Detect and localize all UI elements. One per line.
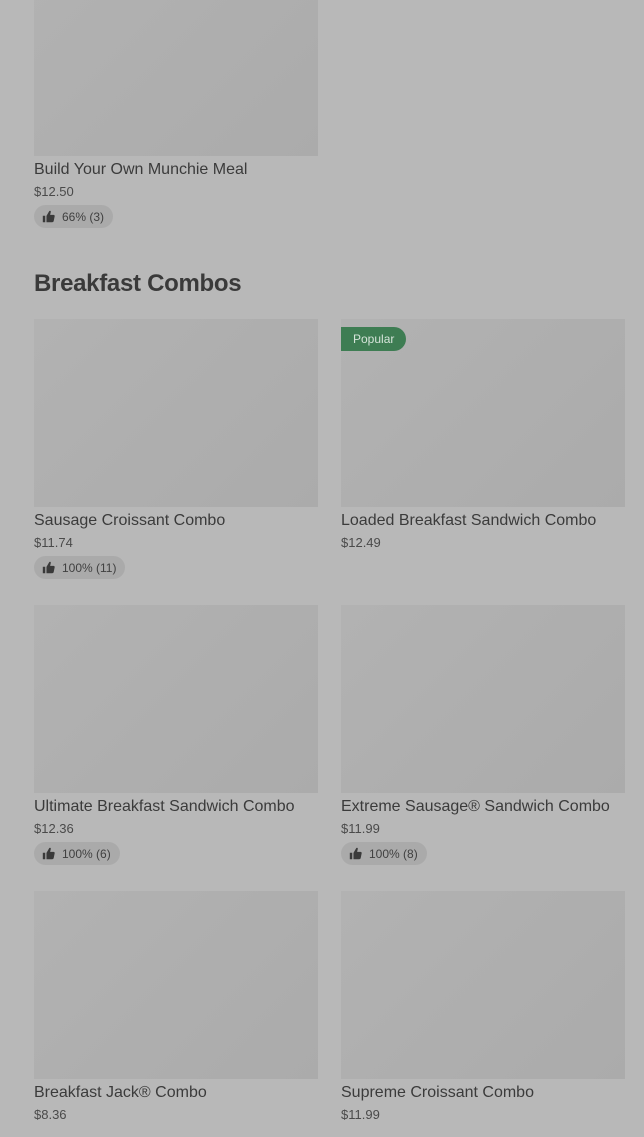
menu-item-card[interactable]: Extreme Sausage® Sandwich Combo $11.99 1… [341,605,625,865]
menu-item-card[interactable]: Supreme Croissant Combo $11.99 [341,891,625,1124]
item-price: $8.36 [34,1107,67,1122]
menu-item-card[interactable]: Popular Loaded Breakfast Sandwich Combo … [341,319,625,552]
item-title: Build Your Own Munchie Meal [34,161,248,178]
rating-text: 66% (3) [62,209,105,224]
item-image [341,891,625,1079]
menu-item-card-munchie-meal[interactable]: Build Your Own Munchie Meal $12.50 66% (… [34,0,318,228]
thumbs-up-icon [42,847,55,860]
item-price: $11.99 [341,1107,380,1122]
section-heading: Breakfast Combos [34,270,242,297]
item-image [34,0,318,156]
thumbs-up-icon [42,561,55,574]
item-price: $11.99 [341,821,380,836]
rating-pill: 100% (8) [341,842,427,865]
item-price: $11.74 [34,535,73,550]
thumbs-up-icon [42,210,55,223]
item-title: Extreme Sausage® Sandwich Combo [341,798,610,815]
item-price: $12.49 [341,535,381,550]
rating-text: 100% (11) [62,560,117,575]
item-price: $12.50 [34,184,74,199]
menu-item-card[interactable]: Sausage Croissant Combo $11.74 100% (11) [34,319,318,579]
rating-pill: 66% (3) [34,205,114,228]
thumbs-up-icon [349,847,362,860]
item-price: $12.36 [34,821,74,836]
item-image [34,891,318,1079]
rating-pill: 100% (6) [34,842,120,865]
menu-item-card[interactable]: Breakfast Jack® Combo $8.36 [34,891,318,1124]
rating-text: 100% (6) [62,846,111,861]
item-image [341,605,625,793]
popular-badge: Popular [341,327,407,351]
item-title: Breakfast Jack® Combo [34,1084,207,1101]
item-image [34,319,318,507]
item-image: Popular [341,319,625,507]
item-title: Loaded Breakfast Sandwich Combo [341,512,597,529]
item-image [34,605,318,793]
rating-pill: 100% (11) [34,556,126,579]
item-title: Supreme Croissant Combo [341,1084,534,1101]
item-title: Ultimate Breakfast Sandwich Combo [34,798,295,815]
rating-text: 100% (8) [369,846,418,861]
menu-item-card[interactable]: Ultimate Breakfast Sandwich Combo $12.36… [34,605,318,865]
item-title: Sausage Croissant Combo [34,512,226,529]
